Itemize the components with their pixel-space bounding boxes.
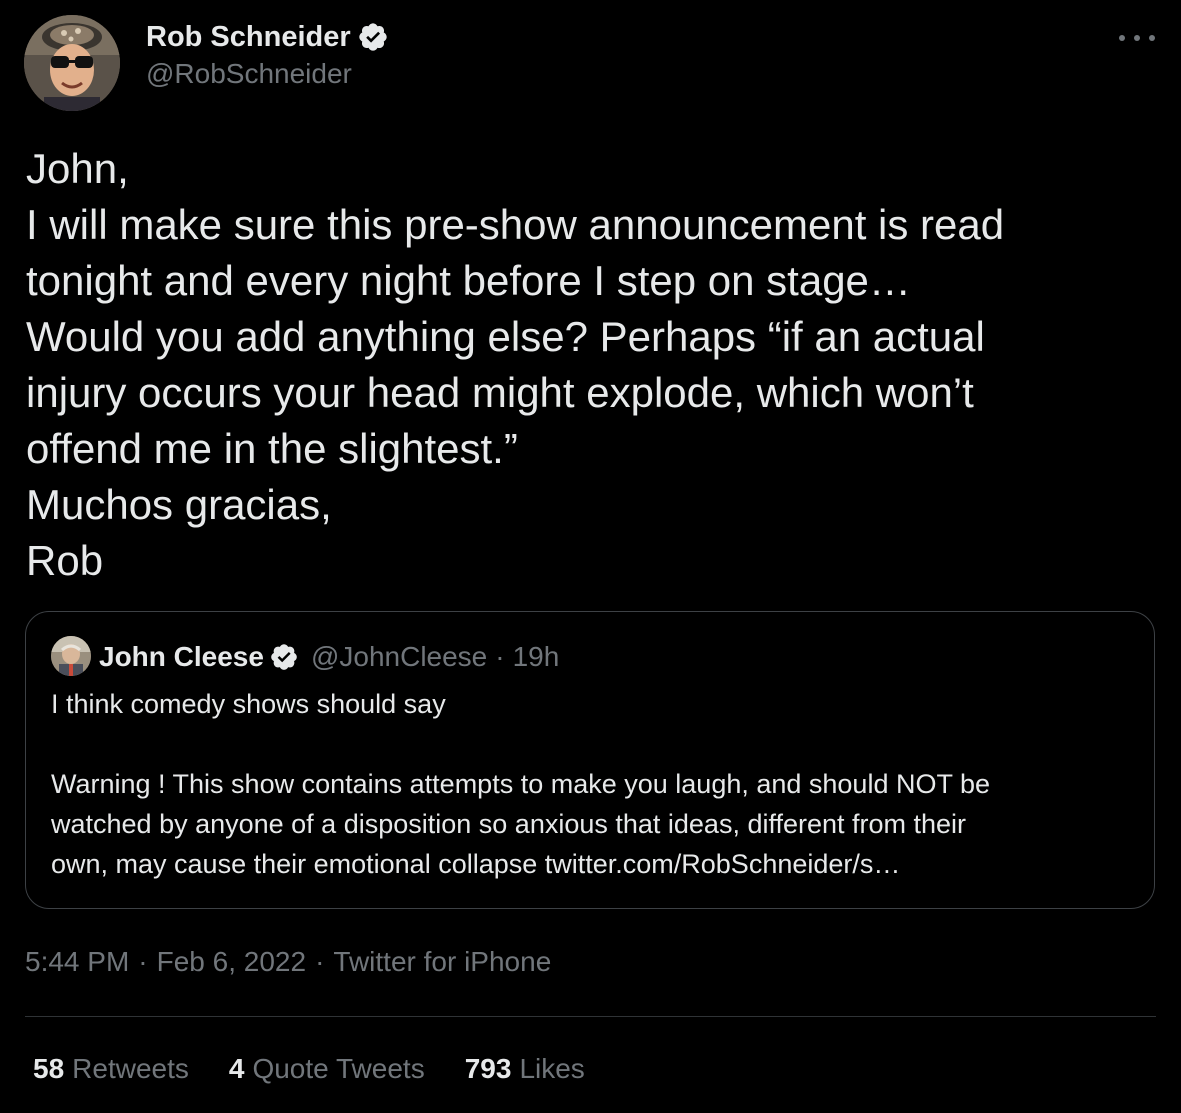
tweet-text: John, I will make sure this pre-show ann… <box>26 141 1156 589</box>
tweet-line: injury occurs your head might explode, w… <box>26 369 974 416</box>
verified-badge-icon <box>269 642 299 672</box>
quoted-line: watched by anyone of a disposition so an… <box>51 809 967 839</box>
likes-count: 793 <box>464 1053 512 1084</box>
author-info: Rob Schneider @RobSchneider <box>146 18 389 90</box>
tweet-date[interactable]: Feb 6, 2022 <box>157 946 306 978</box>
author-name-row: Rob Schneider <box>146 18 389 56</box>
quoted-line: Warning ! This show contains attempts to… <box>51 769 991 799</box>
tweet-line: Would you add anything else? Perhaps “if… <box>26 313 985 360</box>
separator-dot: · <box>495 641 505 672</box>
author-name[interactable]: Rob Schneider <box>146 21 351 54</box>
author-handle[interactable]: @RobSchneider <box>146 58 389 90</box>
more-options-icon[interactable] <box>1119 22 1155 54</box>
likes-label: Likes <box>519 1053 585 1084</box>
tweet: Rob Schneider @RobSchneider John, I will… <box>0 0 1181 1113</box>
quoted-author-name: John Cleese <box>99 641 264 672</box>
quoted-author-avatar[interactable] <box>51 636 91 676</box>
quoted-author-handle: @JohnCleese <box>310 641 488 672</box>
tweet-line: tonight and every night before I step on… <box>26 257 911 304</box>
separator-dot: · <box>138 946 148 977</box>
quote-tweets-label: Quote Tweets <box>252 1053 425 1084</box>
tweet-line: Rob <box>26 537 104 584</box>
likes-stat[interactable]: 793 Likes <box>465 1053 585 1085</box>
divider <box>25 1016 1156 1017</box>
verified-badge-icon <box>357 21 389 53</box>
more-dot <box>1149 35 1155 41</box>
quoted-timestamp: 19h <box>512 641 560 672</box>
retweets-stat[interactable]: 58 Retweets <box>33 1053 189 1085</box>
tweet-source[interactable]: Twitter for iPhone <box>333 946 551 978</box>
quoted-tweet-card[interactable]: John Cleese @JohnCleese · 19h I think co… <box>25 611 1155 909</box>
quoted-header: John Cleese @JohnCleese · 19h <box>99 638 559 676</box>
separator-dot: · <box>315 946 325 977</box>
tweet-line: Muchos gracias, <box>26 481 332 528</box>
tweet-time[interactable]: 5:44 PM <box>25 946 129 978</box>
more-dot <box>1119 35 1125 41</box>
quote-tweets-stat[interactable]: 4 Quote Tweets <box>229 1053 425 1085</box>
author-avatar[interactable] <box>24 15 120 111</box>
tweet-stats: 58 Retweets 4 Quote Tweets 793 Likes <box>33 1049 625 1089</box>
retweets-label: Retweets <box>72 1053 189 1084</box>
quoted-line: own, may cause their emotional collapse … <box>51 849 901 879</box>
quoted-text: I think comedy shows should say Warning … <box>51 684 1131 884</box>
more-dot <box>1134 35 1140 41</box>
quoted-line: I think comedy shows should say <box>51 689 446 719</box>
quote-tweets-count: 4 <box>228 1053 245 1084</box>
tweet-line: offend me in the slightest.” <box>26 425 518 472</box>
tweet-line: I will make sure this pre-show announcem… <box>26 201 1005 248</box>
tweet-line: John, <box>26 145 129 192</box>
retweets-count: 58 <box>33 1053 65 1084</box>
tweet-meta: 5:44 PM · Feb 6, 2022 · Twitter for iPho… <box>25 942 551 982</box>
